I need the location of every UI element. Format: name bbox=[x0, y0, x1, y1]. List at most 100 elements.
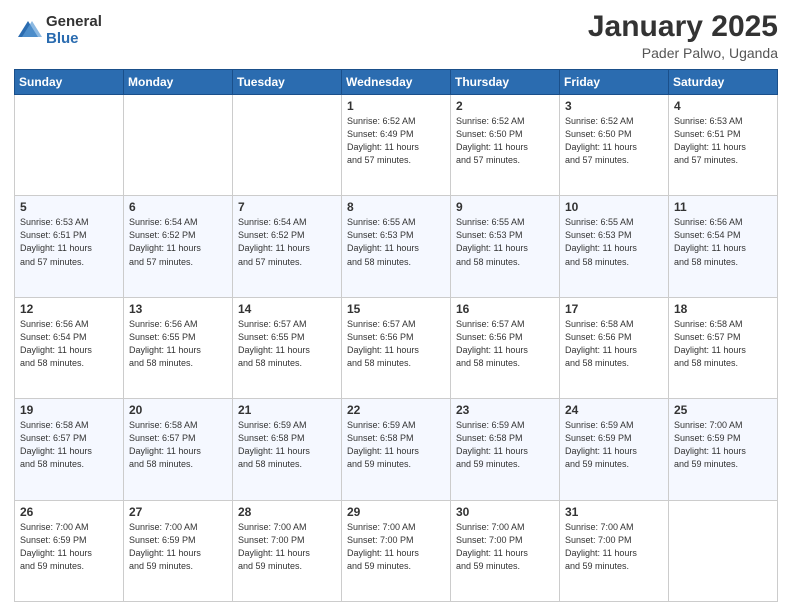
calendar-week-row: 1 Sunrise: 6:52 AM Sunset: 6:49 PM Daylig… bbox=[15, 95, 778, 196]
day-number: 22 bbox=[347, 403, 445, 417]
day-info: Sunrise: 6:57 AM Sunset: 6:56 PM Dayligh… bbox=[347, 318, 445, 370]
calendar-cell: 14 Sunrise: 6:57 AM Sunset: 6:55 PM Dayli… bbox=[233, 297, 342, 398]
day-number: 2 bbox=[456, 99, 554, 113]
day-number: 29 bbox=[347, 505, 445, 519]
calendar-cell: 10 Sunrise: 6:55 AM Sunset: 6:53 PM Dayli… bbox=[560, 196, 669, 297]
day-number: 10 bbox=[565, 200, 663, 214]
calendar-cell bbox=[124, 95, 233, 196]
day-number: 19 bbox=[20, 403, 118, 417]
day-info: Sunrise: 7:00 AM Sunset: 7:00 PM Dayligh… bbox=[238, 521, 336, 573]
day-info: Sunrise: 6:54 AM Sunset: 6:52 PM Dayligh… bbox=[238, 216, 336, 268]
day-info: Sunrise: 6:56 AM Sunset: 6:54 PM Dayligh… bbox=[20, 318, 118, 370]
day-info: Sunrise: 7:00 AM Sunset: 6:59 PM Dayligh… bbox=[20, 521, 118, 573]
day-number: 27 bbox=[129, 505, 227, 519]
calendar-cell: 9 Sunrise: 6:55 AM Sunset: 6:53 PM Daylig… bbox=[451, 196, 560, 297]
logo-text: General Blue bbox=[46, 14, 102, 47]
calendar-cell: 5 Sunrise: 6:53 AM Sunset: 6:51 PM Daylig… bbox=[15, 196, 124, 297]
calendar-cell bbox=[233, 95, 342, 196]
calendar-cell: 27 Sunrise: 7:00 AM Sunset: 6:59 PM Dayli… bbox=[124, 500, 233, 601]
calendar-cell: 2 Sunrise: 6:52 AM Sunset: 6:50 PM Daylig… bbox=[451, 95, 560, 196]
calendar-cell: 25 Sunrise: 7:00 AM Sunset: 6:59 PM Dayli… bbox=[669, 399, 778, 500]
logo-icon bbox=[14, 17, 42, 45]
day-number: 4 bbox=[674, 99, 772, 113]
calendar-cell: 29 Sunrise: 7:00 AM Sunset: 7:00 PM Dayli… bbox=[342, 500, 451, 601]
logo-general-label: General bbox=[46, 14, 102, 31]
calendar-cell: 19 Sunrise: 6:58 AM Sunset: 6:57 PM Dayli… bbox=[15, 399, 124, 500]
day-number: 3 bbox=[565, 99, 663, 113]
day-header-wednesday: Wednesday bbox=[342, 70, 451, 95]
logo: General Blue bbox=[14, 14, 102, 47]
calendar-cell: 8Sunrise: 6:55 AM Sunset: 6:53 PM Daylig… bbox=[342, 196, 451, 297]
logo-blue-label: Blue bbox=[46, 31, 102, 48]
day-number: 6 bbox=[129, 200, 227, 214]
day-info: Sunrise: 6:55 AM Sunset: 6:53 PM Dayligh… bbox=[565, 216, 663, 268]
day-header-saturday: Saturday bbox=[669, 70, 778, 95]
day-info: Sunrise: 6:58 AM Sunset: 6:57 PM Dayligh… bbox=[674, 318, 772, 370]
day-number: 15 bbox=[347, 302, 445, 316]
day-header-friday: Friday bbox=[560, 70, 669, 95]
calendar-week-row: 26 Sunrise: 7:00 AM Sunset: 6:59 PM Dayli… bbox=[15, 500, 778, 601]
calendar-cell: 6 Sunrise: 6:54 AM Sunset: 6:52 PM Daylig… bbox=[124, 196, 233, 297]
calendar-cell: 31 Sunrise: 7:00 AM Sunset: 7:00 PM Dayli… bbox=[560, 500, 669, 601]
day-info: Sunrise: 7:00 AM Sunset: 7:00 PM Dayligh… bbox=[565, 521, 663, 573]
day-info: Sunrise: 7:00 AM Sunset: 6:59 PM Dayligh… bbox=[129, 521, 227, 573]
calendar-cell: 17Sunrise: 6:58 AM Sunset: 6:56 PM Dayli… bbox=[560, 297, 669, 398]
day-number: 28 bbox=[238, 505, 336, 519]
calendar-cell: 1 Sunrise: 6:52 AM Sunset: 6:49 PM Daylig… bbox=[342, 95, 451, 196]
day-number: 16 bbox=[456, 302, 554, 316]
day-number: 1 bbox=[347, 99, 445, 113]
day-info: Sunrise: 6:59 AM Sunset: 6:58 PM Dayligh… bbox=[238, 419, 336, 471]
day-number: 11 bbox=[674, 200, 772, 214]
day-number: 26 bbox=[20, 505, 118, 519]
calendar-cell: 24Sunrise: 6:59 AM Sunset: 6:59 PM Dayli… bbox=[560, 399, 669, 500]
header: General Blue January 2025 Pader Palwo, U… bbox=[14, 10, 778, 61]
day-info: Sunrise: 6:58 AM Sunset: 6:57 PM Dayligh… bbox=[20, 419, 118, 471]
day-number: 14 bbox=[238, 302, 336, 316]
day-info: Sunrise: 6:59 AM Sunset: 6:58 PM Dayligh… bbox=[456, 419, 554, 471]
calendar-week-row: 5 Sunrise: 6:53 AM Sunset: 6:51 PM Daylig… bbox=[15, 196, 778, 297]
calendar-cell: 15 Sunrise: 6:57 AM Sunset: 6:56 PM Dayli… bbox=[342, 297, 451, 398]
calendar-cell: 20 Sunrise: 6:58 AM Sunset: 6:57 PM Dayli… bbox=[124, 399, 233, 500]
calendar-cell: 12 Sunrise: 6:56 AM Sunset: 6:54 PM Dayli… bbox=[15, 297, 124, 398]
calendar-cell: 11 Sunrise: 6:56 AM Sunset: 6:54 PM Dayli… bbox=[669, 196, 778, 297]
day-info: Sunrise: 6:56 AM Sunset: 6:55 PM Dayligh… bbox=[129, 318, 227, 370]
day-header-sunday: Sunday bbox=[15, 70, 124, 95]
day-number: 18 bbox=[674, 302, 772, 316]
calendar-cell: 22 Sunrise: 6:59 AM Sunset: 6:58 PM Dayli… bbox=[342, 399, 451, 500]
day-info: Sunrise: 7:00 AM Sunset: 6:59 PM Dayligh… bbox=[674, 419, 772, 471]
day-info: Sunrise: 7:00 AM Sunset: 7:00 PM Dayligh… bbox=[347, 521, 445, 573]
calendar-cell: 28 Sunrise: 7:00 AM Sunset: 7:00 PM Dayli… bbox=[233, 500, 342, 601]
calendar-cell: 26 Sunrise: 7:00 AM Sunset: 6:59 PM Dayli… bbox=[15, 500, 124, 601]
calendar-week-row: 19 Sunrise: 6:58 AM Sunset: 6:57 PM Dayli… bbox=[15, 399, 778, 500]
day-info: Sunrise: 6:54 AM Sunset: 6:52 PM Dayligh… bbox=[129, 216, 227, 268]
calendar-cell: 13 Sunrise: 6:56 AM Sunset: 6:55 PM Dayli… bbox=[124, 297, 233, 398]
day-info: Sunrise: 6:59 AM Sunset: 6:58 PM Dayligh… bbox=[347, 419, 445, 471]
day-number: 31 bbox=[565, 505, 663, 519]
day-header-thursday: Thursday bbox=[451, 70, 560, 95]
subtitle: Pader Palwo, Uganda bbox=[588, 45, 778, 61]
day-header-tuesday: Tuesday bbox=[233, 70, 342, 95]
day-info: Sunrise: 6:52 AM Sunset: 6:49 PM Dayligh… bbox=[347, 115, 445, 167]
main-title: January 2025 bbox=[588, 10, 778, 43]
day-number: 23 bbox=[456, 403, 554, 417]
calendar-cell: 18 Sunrise: 6:58 AM Sunset: 6:57 PM Dayli… bbox=[669, 297, 778, 398]
day-info: Sunrise: 6:57 AM Sunset: 6:55 PM Dayligh… bbox=[238, 318, 336, 370]
calendar-cell: 30Sunrise: 7:00 AM Sunset: 7:00 PM Dayli… bbox=[451, 500, 560, 601]
day-info: Sunrise: 6:53 AM Sunset: 6:51 PM Dayligh… bbox=[20, 216, 118, 268]
day-info: Sunrise: 6:58 AM Sunset: 6:57 PM Dayligh… bbox=[129, 419, 227, 471]
day-info: Sunrise: 6:59 AM Sunset: 6:59 PM Dayligh… bbox=[565, 419, 663, 471]
day-number: 13 bbox=[129, 302, 227, 316]
day-info: Sunrise: 6:55 AM Sunset: 6:53 PM Dayligh… bbox=[456, 216, 554, 268]
day-number: 20 bbox=[129, 403, 227, 417]
calendar-cell bbox=[15, 95, 124, 196]
calendar-cell: 7Sunrise: 6:54 AM Sunset: 6:52 PM Daylig… bbox=[233, 196, 342, 297]
day-info: Sunrise: 6:56 AM Sunset: 6:54 PM Dayligh… bbox=[674, 216, 772, 268]
day-info: Sunrise: 6:52 AM Sunset: 6:50 PM Dayligh… bbox=[456, 115, 554, 167]
day-number: 21 bbox=[238, 403, 336, 417]
calendar-table: SundayMondayTuesdayWednesdayThursdayFrid… bbox=[14, 69, 778, 602]
day-number: 25 bbox=[674, 403, 772, 417]
day-number: 9 bbox=[456, 200, 554, 214]
day-number: 5 bbox=[20, 200, 118, 214]
day-number: 12 bbox=[20, 302, 118, 316]
calendar-cell: 21 Sunrise: 6:59 AM Sunset: 6:58 PM Dayli… bbox=[233, 399, 342, 500]
